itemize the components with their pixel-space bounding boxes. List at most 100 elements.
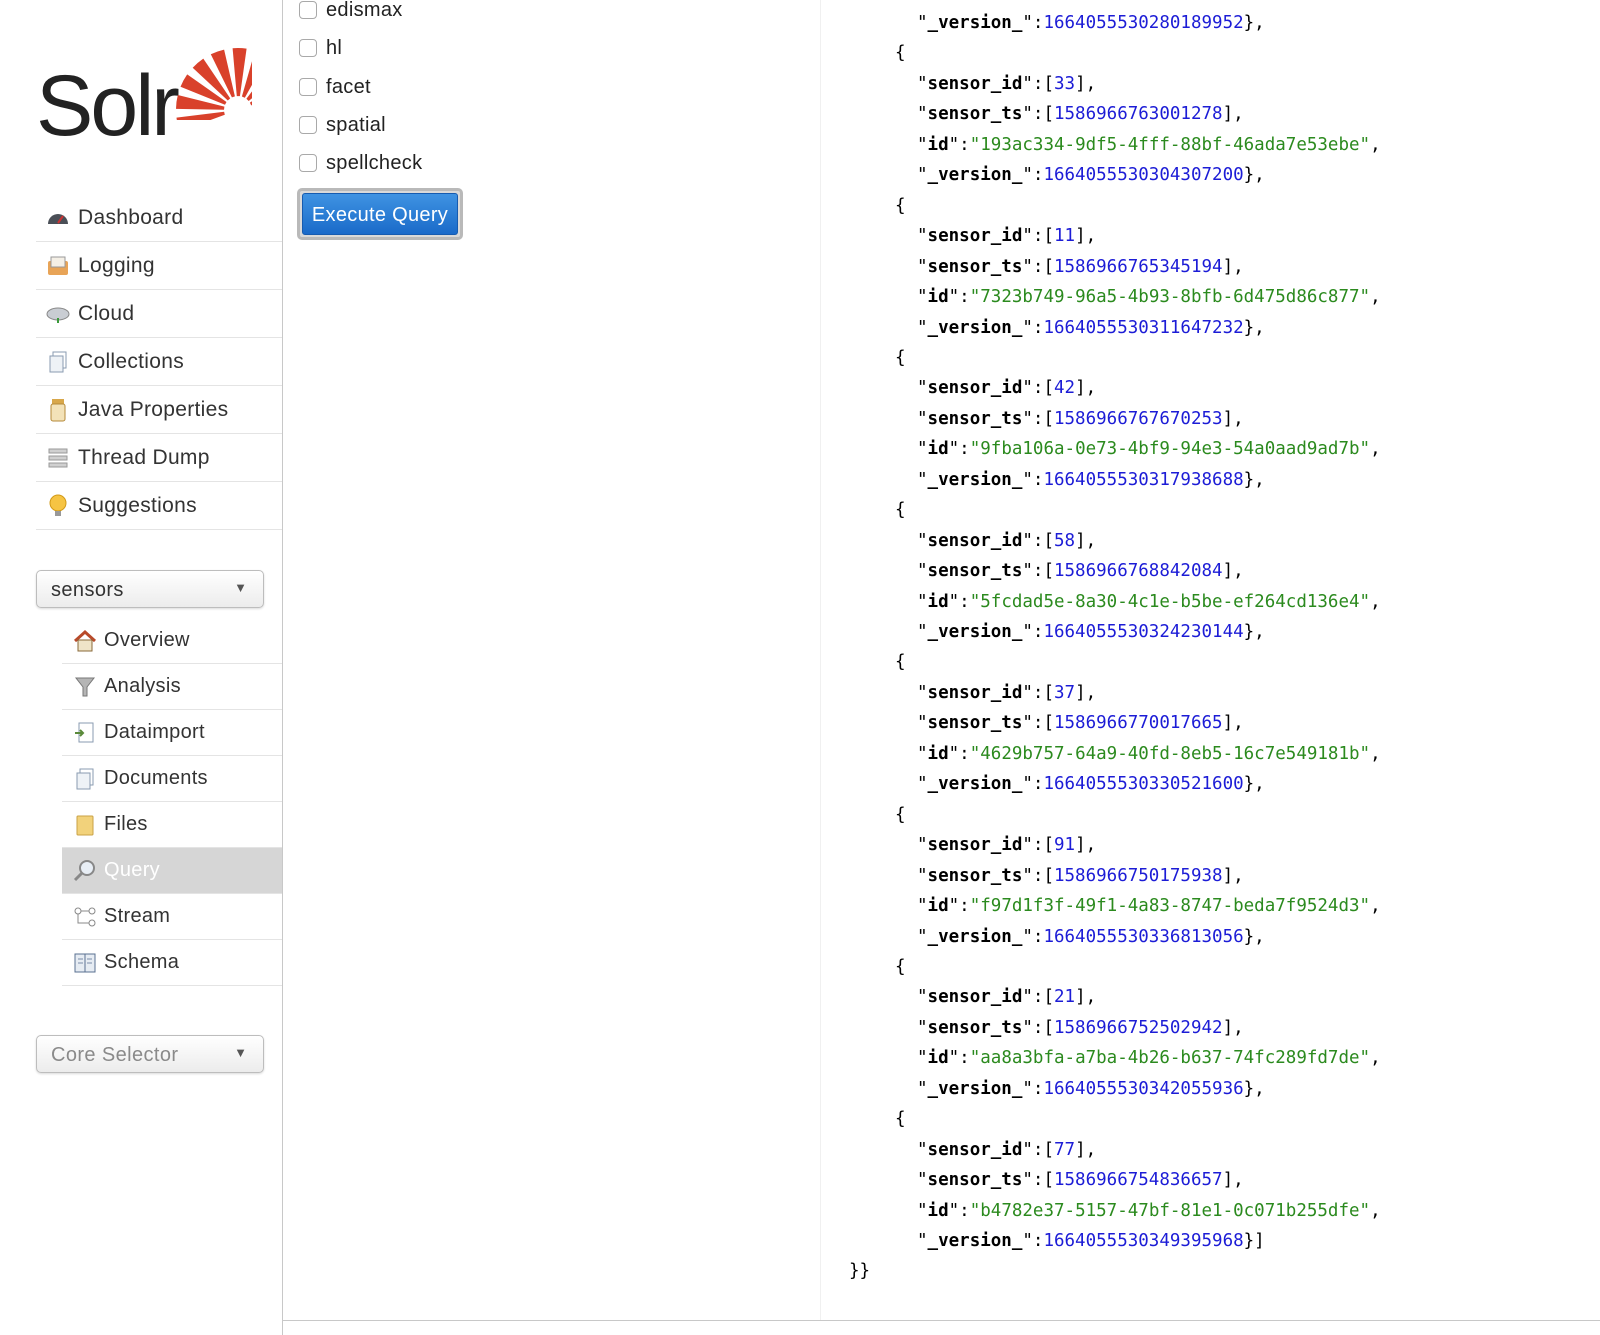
json-punct: }, — [1243, 13, 1265, 33]
spatial-checkbox[interactable] — [299, 116, 317, 134]
json-punct: ": — [1022, 13, 1044, 33]
core-nav-item-analysis[interactable]: Analysis — [62, 664, 282, 710]
json-punct: _version_ — [927, 622, 1023, 642]
json-number: 58 — [1053, 530, 1076, 551]
json-number: 11 — [1053, 226, 1076, 247]
json-punct: ":[ — [1022, 865, 1054, 886]
core-select-dropdown[interactable]: sensors ▼ — [36, 570, 264, 608]
core-nav-item-schema[interactable]: Schema — [62, 940, 282, 986]
json-punct: }, — [1243, 165, 1265, 186]
json-punct: ], — [1075, 987, 1097, 1008]
option-label: hl — [326, 36, 343, 59]
spellcheck-checkbox[interactable] — [299, 154, 317, 172]
nav-item-suggestions[interactable]: Suggestions — [36, 482, 282, 530]
hl-checkbox[interactable] — [299, 39, 317, 57]
json-line: "id":"193ac334-9df5-4fff-88bf-46ada7e53e… — [917, 134, 1381, 156]
json-number: 1586966750175938 — [1053, 865, 1223, 886]
json-punct: ": — [948, 591, 970, 612]
json-line: "_version_":1664055530342055936}, — [917, 1078, 1265, 1100]
nav-item-java-properties[interactable]: Java Properties — [36, 386, 282, 434]
json-string: 5fcdad5e-8a30-4c1e-b5be-ef264cd136e4 — [980, 591, 1360, 612]
option-spellcheck[interactable]: spellcheck — [299, 148, 422, 178]
json-punct: ], — [1222, 408, 1244, 429]
json-number: 1664055530330521600 — [1043, 774, 1244, 795]
core-nav-item-stream[interactable]: Stream — [62, 894, 282, 940]
json-punct: { — [895, 500, 906, 521]
json-line: "sensor_id":[91], — [917, 834, 1096, 856]
core-nav-item-label: Query — [104, 859, 160, 881]
chevron-down-icon: ▼ — [234, 580, 247, 595]
core-nav-item-documents[interactable]: Documents — [62, 756, 282, 802]
nav-item-thread-dump[interactable]: Thread Dump — [36, 434, 282, 482]
option-edismax[interactable]: edismax — [299, 0, 403, 25]
json-punct: }, — [1243, 1078, 1265, 1099]
home-icon — [72, 628, 98, 654]
dataimport-icon — [72, 720, 98, 746]
core-selector-dropdown[interactable]: Core Selector ▼ — [36, 1035, 264, 1073]
json-punct: { — [895, 1109, 906, 1130]
json-line: "sensor_id":[11], — [917, 225, 1096, 247]
option-hl[interactable]: hl — [299, 33, 342, 63]
json-punct: , — [1370, 1048, 1381, 1069]
json-punct: " — [1359, 439, 1371, 460]
json-punct: " — [969, 287, 981, 308]
json-line: "_version_":1664055530324230144}, — [917, 621, 1265, 643]
nav-item-dashboard[interactable]: Dashboard — [36, 194, 282, 242]
json-punct: " — [917, 1200, 928, 1221]
json-punct: ":[ — [1022, 1017, 1054, 1038]
nav-item-logging[interactable]: Logging — [36, 242, 282, 290]
json-punct: " — [1359, 743, 1371, 764]
json-punct: _version_ — [927, 926, 1023, 947]
solr-logo[interactable]: Solr — [36, 44, 252, 156]
core-nav-item-files[interactable]: Files — [62, 802, 282, 848]
json-punct: ": — [948, 134, 970, 155]
json-punct: ], — [1222, 561, 1244, 582]
core-nav-item-query[interactable]: Query — [62, 848, 282, 894]
json-punct: ": — [948, 1048, 970, 1069]
json-punct: , — [1370, 591, 1381, 612]
json-punct: " — [917, 926, 928, 947]
core-nav-item-dataimport[interactable]: Dataimport — [62, 710, 282, 756]
json-punct: ":[ — [1022, 408, 1054, 429]
json-punct: sensor_id — [927, 226, 1023, 247]
json-punct: ], — [1222, 713, 1244, 734]
json-punct: ], — [1222, 104, 1244, 125]
json-punct: " — [917, 165, 928, 186]
json-punct: ": — [948, 287, 970, 308]
facet-checkbox[interactable] — [299, 78, 317, 96]
json-punct: { — [895, 347, 906, 368]
json-punct: ":[ — [1022, 835, 1054, 856]
main-nav: Dashboard Logging Cloud Collections Java Pro… — [36, 194, 282, 530]
json-line: "_version_":1664055530304307200}, — [917, 164, 1265, 186]
sidebar: Solr Dashboard Logging Cloud Collections Jav… — [0, 0, 283, 1335]
json-punct: { — [895, 195, 906, 216]
json-punct: id — [927, 1048, 949, 1069]
core-nav-item-overview[interactable]: Overview — [62, 618, 282, 664]
json-punct: sensor_ts — [927, 561, 1023, 582]
json-punct: " — [917, 835, 928, 856]
json-punct: sensor_ts — [927, 1170, 1023, 1191]
logging-icon — [44, 252, 72, 280]
json-punct: ": — [948, 1200, 970, 1221]
json-punct: , — [1370, 743, 1381, 764]
option-facet[interactable]: facet — [299, 72, 371, 102]
json-punct: " — [917, 439, 928, 460]
json-number: 42 — [1053, 378, 1076, 399]
execute-query-button[interactable]: Execute Query — [297, 188, 463, 240]
json-punct: , — [1370, 287, 1381, 308]
nav-item-cloud[interactable]: Cloud — [36, 290, 282, 338]
json-punct: " — [917, 1078, 928, 1099]
json-punct: ":[ — [1022, 378, 1054, 399]
json-punct: " — [917, 1231, 928, 1251]
json-punct: sensor_id — [927, 682, 1023, 703]
json-number: 1664055530311647232 — [1043, 317, 1244, 338]
json-punct: " — [917, 256, 928, 277]
nav-item-label: Java Properties — [78, 397, 229, 421]
nav-item-collections[interactable]: Collections — [36, 338, 282, 386]
edismax-checkbox[interactable] — [299, 1, 317, 19]
option-spatial[interactable]: spatial — [299, 110, 386, 140]
json-line: "id":"f97d1f3f-49f1-4a83-8747-beda7f9524… — [917, 895, 1381, 917]
json-line: "id":"b4782e37-5157-47bf-81e1-0c071b255d… — [917, 1200, 1381, 1222]
json-punct: " — [917, 1170, 928, 1191]
json-punct: ": — [1022, 926, 1044, 947]
